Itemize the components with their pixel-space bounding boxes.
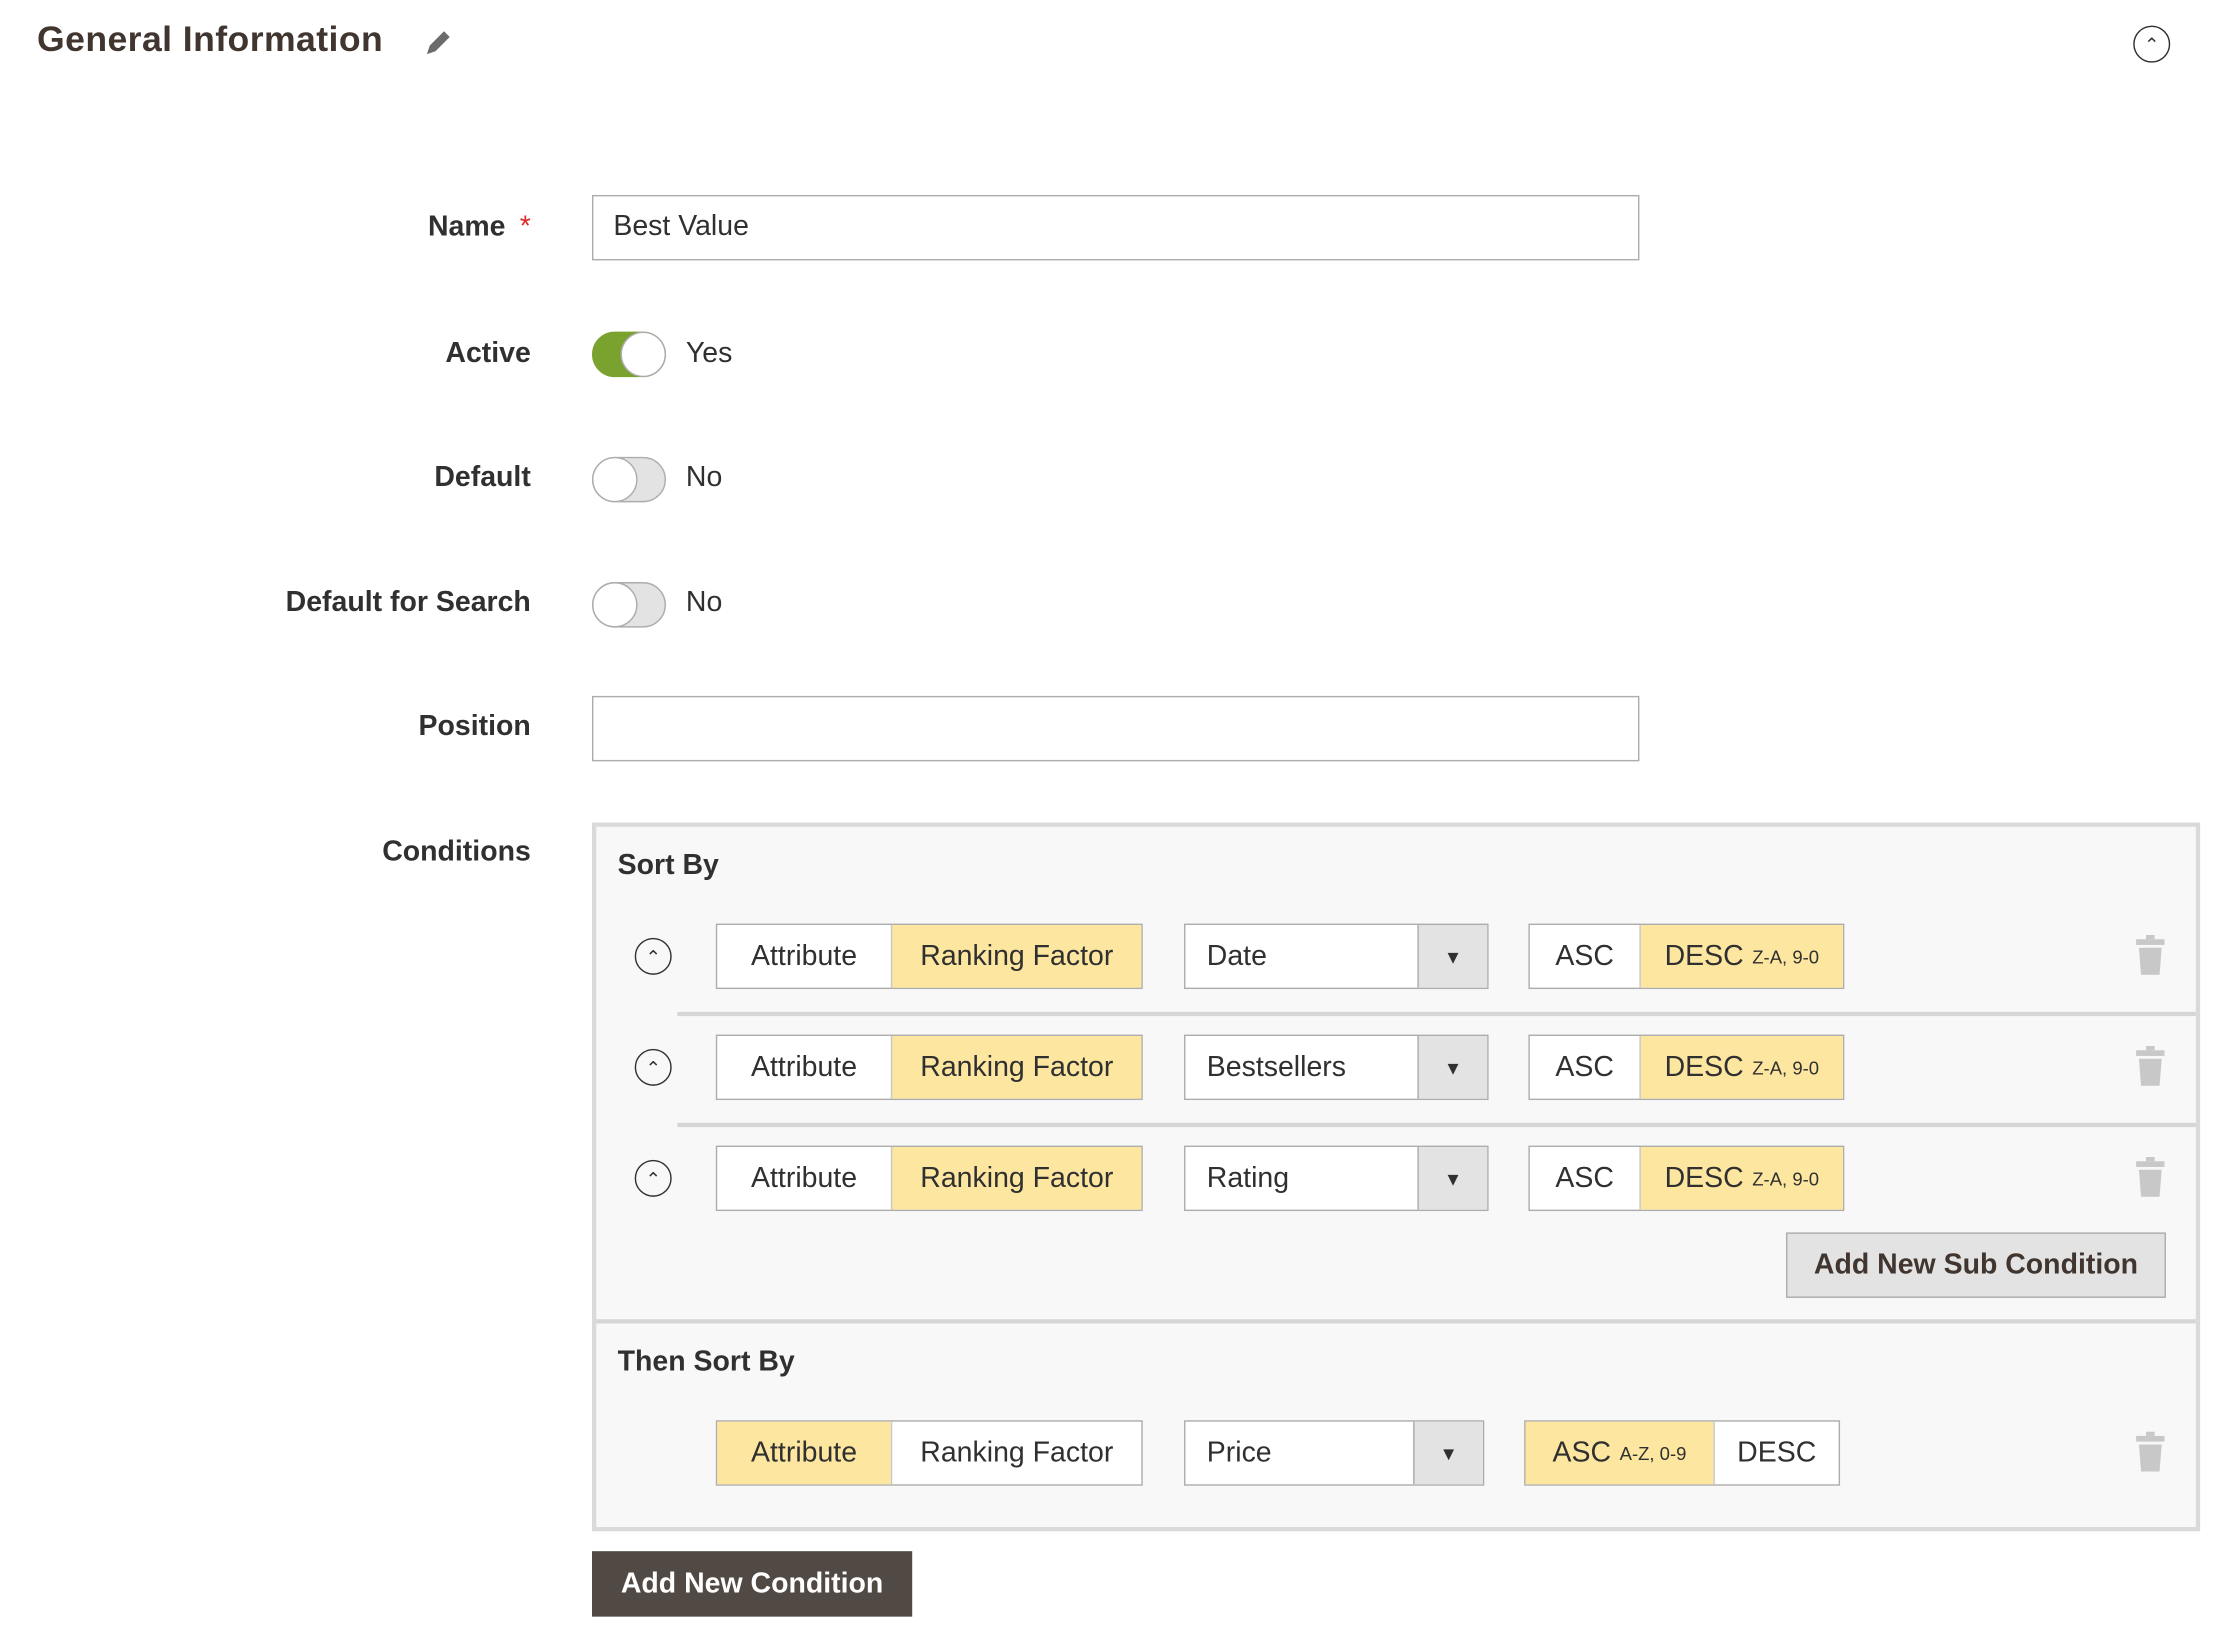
section-divider: [596, 1319, 2196, 1324]
trash-icon[interactable]: [2136, 1431, 2165, 1472]
dropdown-arrow-icon[interactable]: ▼: [1417, 1036, 1488, 1099]
position-label: Position: [418, 710, 531, 743]
select-value: Rating: [1206, 1162, 1290, 1194]
dropdown-arrow-icon[interactable]: ▼: [1417, 1147, 1488, 1210]
order-segmented-control: ASC DESC Z-A, 9-0: [1528, 1145, 1845, 1212]
pencil-icon[interactable]: [423, 27, 454, 58]
row-divider: [677, 1122, 2196, 1128]
collapse-row-icon[interactable]: ⌃: [634, 1048, 672, 1086]
then-attribute-select[interactable]: Price ▼: [1184, 1420, 1485, 1486]
section-title: General Information: [37, 19, 384, 60]
select-value: Price: [1206, 1437, 1272, 1469]
position-input[interactable]: [592, 695, 1640, 762]
default-label: Default: [434, 461, 531, 494]
order-asc-option[interactable]: ASC A-Z, 0-9: [1525, 1421, 1714, 1485]
required-mark: *: [519, 211, 531, 243]
order-desc-option[interactable]: DESC: [1713, 1421, 1838, 1485]
type-attribute-option[interactable]: Attribute: [717, 1147, 891, 1210]
ranking-factor-select[interactable]: Bestsellers ▼: [1184, 1034, 1489, 1101]
default-search-toggle[interactable]: [592, 582, 667, 628]
active-toggle-text: Yes: [685, 337, 733, 370]
then-sort-by-title: Then Sort By: [617, 1346, 795, 1378]
sort-by-title: Sort By: [617, 849, 719, 881]
order-hint: Z-A, 9-0: [1752, 945, 1820, 967]
dropdown-arrow-icon[interactable]: ▼: [1413, 1421, 1483, 1485]
then-type-segmented-control: Attribute Ranking Factor: [715, 1420, 1143, 1486]
active-toggle[interactable]: [592, 331, 667, 378]
type-attribute-option[interactable]: Attribute: [717, 925, 891, 988]
default-toggle[interactable]: [592, 456, 667, 503]
type-ranking-factor-option[interactable]: Ranking Factor: [890, 1036, 1142, 1099]
then-order-segmented-control: ASC A-Z, 0-9 DESC: [1524, 1420, 1841, 1486]
collapse-row-icon[interactable]: ⌃: [634, 1159, 672, 1197]
type-segmented-control: Attribute Ranking Factor: [715, 1145, 1143, 1212]
default-search-toggle-text: No: [685, 587, 723, 619]
row-divider: [677, 1011, 2196, 1017]
add-new-condition-button[interactable]: Add New Condition: [592, 1551, 913, 1617]
select-value: Bestsellers: [1206, 1051, 1346, 1083]
order-hint: Z-A, 9-0: [1752, 1056, 1820, 1078]
order-hint: A-Z, 0-9: [1619, 1442, 1687, 1464]
type-attribute-option[interactable]: Attribute: [717, 1036, 891, 1099]
active-label: Active: [445, 337, 531, 370]
type-ranking-factor-option[interactable]: Ranking Factor: [890, 1147, 1142, 1210]
type-segmented-control: Attribute Ranking Factor: [715, 1034, 1143, 1101]
collapse-row-icon[interactable]: ⌃: [634, 937, 672, 975]
order-desc-option[interactable]: DESC Z-A, 9-0: [1639, 925, 1843, 988]
order-desc-option[interactable]: DESC Z-A, 9-0: [1639, 1036, 1843, 1099]
trash-icon[interactable]: [2136, 1045, 2165, 1086]
ranking-factor-select[interactable]: Rating ▼: [1184, 1145, 1489, 1212]
order-segmented-control: ASC DESC Z-A, 9-0: [1528, 923, 1845, 990]
name-input[interactable]: Best Value: [592, 194, 1640, 261]
order-asc-option[interactable]: ASC: [1530, 1036, 1640, 1099]
name-label: Name *: [427, 211, 531, 243]
trash-icon[interactable]: [2136, 1156, 2165, 1197]
order-asc-option[interactable]: ASC: [1530, 1147, 1640, 1210]
type-ranking-factor-option[interactable]: Ranking Factor: [890, 925, 1142, 988]
order-desc-option[interactable]: DESC Z-A, 9-0: [1639, 1147, 1843, 1210]
type-ranking-factor-option[interactable]: Ranking Factor: [890, 1421, 1141, 1485]
collapse-section-icon[interactable]: ⌃: [2133, 25, 2171, 63]
default-toggle-text: No: [685, 461, 723, 494]
type-segmented-control: Attribute Ranking Factor: [715, 923, 1143, 990]
order-segmented-control: ASC DESC Z-A, 9-0: [1528, 1034, 1845, 1101]
ranking-factor-select[interactable]: Date ▼: [1184, 923, 1489, 990]
type-attribute-option[interactable]: Attribute: [717, 1421, 891, 1485]
dropdown-arrow-icon[interactable]: ▼: [1417, 925, 1488, 988]
trash-icon[interactable]: [2136, 934, 2165, 975]
order-asc-option[interactable]: ASC: [1530, 925, 1640, 988]
add-new-sub-condition-button[interactable]: Add New Sub Condition: [1785, 1232, 2166, 1298]
default-search-label: Default for Search: [285, 587, 531, 619]
general-information-panel: General Information ⌃ Name * Best Value A…: [0, 0, 2220, 1631]
order-hint: Z-A, 9-0: [1752, 1167, 1820, 1189]
conditions-label: Conditions: [382, 836, 531, 868]
select-value: Date: [1206, 940, 1267, 972]
